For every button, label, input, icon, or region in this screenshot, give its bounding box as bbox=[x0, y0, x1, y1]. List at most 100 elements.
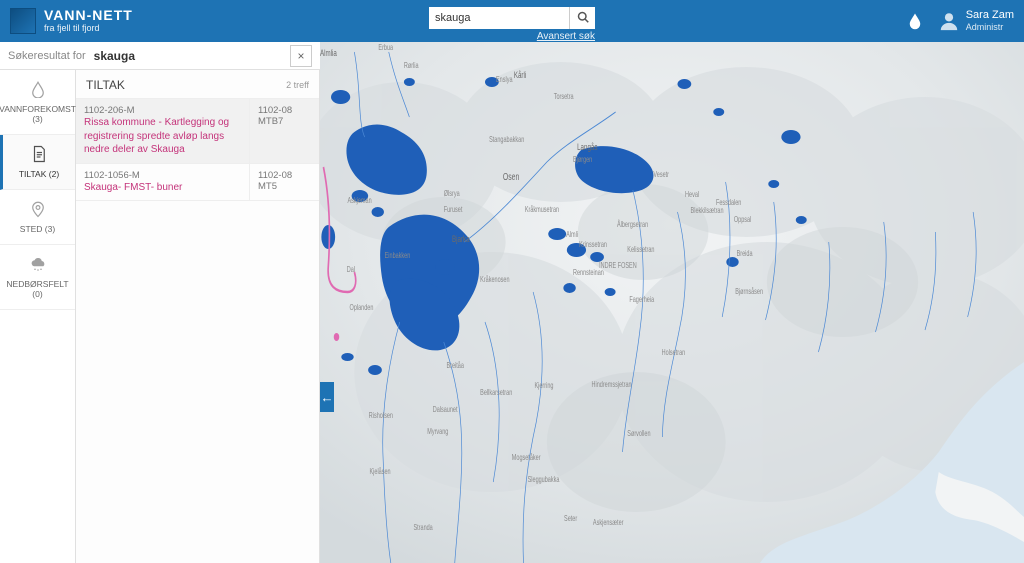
arrow-left-icon: ← bbox=[320, 390, 333, 405]
search-container: Avansert søk bbox=[429, 7, 595, 42]
map-place-label: Erbua bbox=[378, 44, 393, 52]
map-place-label: Einbakken bbox=[385, 252, 411, 260]
pin-icon bbox=[29, 200, 47, 220]
user-icon bbox=[938, 10, 960, 32]
panel-header: TILTAK 2 treff bbox=[76, 78, 319, 98]
map-place-label: Almli bbox=[566, 231, 578, 239]
search-input[interactable] bbox=[429, 7, 569, 29]
map-place-label: Rennsteinan bbox=[573, 269, 604, 277]
map-place-label: Kelissetran bbox=[627, 246, 654, 254]
map-view[interactable]: ← bbox=[320, 42, 1024, 563]
tab-tiltak[interactable]: TILTAK (2) bbox=[0, 135, 75, 190]
tab-label: VANNFOREKOMST (3) bbox=[0, 104, 76, 124]
map-place-label: Ålbergsetran bbox=[617, 219, 648, 229]
map-place-label: Mogsetåker bbox=[512, 453, 541, 462]
map-place-label: Blekkilsætran bbox=[691, 207, 724, 215]
result-col2-code: 1102-08 bbox=[258, 170, 311, 181]
tab-vannforekomst[interactable]: VANNFOREKOMST (3) bbox=[0, 70, 75, 135]
map-place-label: Langås bbox=[577, 142, 597, 152]
map-place-label: Enslya bbox=[496, 76, 513, 84]
map-place-label: Rørlia bbox=[404, 62, 419, 70]
user-text: Sara Zam Administr bbox=[966, 9, 1014, 33]
result-col2-val: MTB7 bbox=[258, 116, 311, 127]
water-icon bbox=[29, 80, 47, 100]
panel-title: TILTAK bbox=[86, 78, 125, 92]
map-place-label: Bjørgen bbox=[573, 156, 592, 164]
map-place-label: Bjarka bbox=[452, 234, 470, 244]
result-name[interactable]: Rissa kommune - Kartlegging og registrer… bbox=[84, 116, 241, 157]
map-place-label: Breida bbox=[737, 250, 753, 258]
result-col2-val: MT5 bbox=[258, 181, 311, 192]
map-place-label: Torsetra bbox=[554, 93, 574, 101]
tab-nedborsfelt[interactable]: NEDBØRSFELT (0) bbox=[0, 245, 75, 310]
result-label: Søkeresultat for bbox=[8, 50, 86, 62]
water-drop-icon[interactable] bbox=[906, 12, 924, 30]
map-place-label: Kårli bbox=[514, 70, 527, 80]
map-place-label: Bellkarsetran bbox=[480, 389, 512, 397]
map-place-label: Stangabakkan bbox=[489, 136, 524, 144]
results-panel: TILTAK 2 treff 1102-206-M Rissa kommune … bbox=[76, 70, 320, 563]
search-row bbox=[429, 7, 595, 29]
map-place-label: Fessdalen bbox=[716, 199, 742, 207]
close-icon: × bbox=[297, 49, 304, 63]
logo-text: VANN-NETT fra fjell til fjord bbox=[44, 8, 133, 33]
map-place-label: Sørvollen bbox=[627, 430, 650, 438]
app-header: VANN-NETT fra fjell til fjord Avansert s… bbox=[0, 0, 1024, 42]
map-place-label: Askjeman bbox=[348, 197, 372, 205]
result-name[interactable]: Skauga- FMST- buner bbox=[84, 181, 241, 195]
document-icon bbox=[30, 145, 48, 165]
result-row[interactable]: 1102-206-M Rissa kommune - Kartlegging o… bbox=[76, 98, 319, 164]
app-name: VANN-NETT bbox=[44, 8, 133, 23]
map-place-label: Myrvang bbox=[427, 428, 448, 436]
collapse-panel-button[interactable]: ← bbox=[320, 382, 334, 412]
tab-label: NEDBØRSFELT (0) bbox=[2, 279, 73, 299]
user-role: Administr bbox=[966, 22, 1014, 33]
user-name: Sara Zam bbox=[966, 9, 1014, 22]
search-result-bar: Søkeresultat for skauga × bbox=[0, 42, 320, 70]
map-place-label: Dal bbox=[347, 266, 356, 274]
result-code: 1102-206-M bbox=[84, 105, 241, 116]
clear-search-button[interactable]: × bbox=[290, 45, 312, 67]
map-place-label: Almlia bbox=[320, 48, 337, 58]
map-place-label: Hindremssjetran bbox=[592, 381, 632, 389]
map-place-label: Krinssetran bbox=[579, 241, 607, 249]
header-right: Sara Zam Administr bbox=[906, 9, 1014, 33]
tab-label: TILTAK (2) bbox=[19, 169, 59, 179]
result-row[interactable]: 1102-1056-M Skauga- FMST- buner 1102-08 … bbox=[76, 164, 319, 202]
map-place-label: Kråkmusetran bbox=[525, 205, 559, 214]
map-place-label: INDRE FOSEN bbox=[599, 262, 637, 270]
sidebar-tabs: VANNFOREKOMST (3) TILTAK (2) STED (3) NE… bbox=[0, 70, 76, 563]
map-place-label: Askjensæter bbox=[593, 519, 624, 527]
map-place-label: Sleggubakka bbox=[528, 476, 560, 484]
advanced-search-link[interactable]: Avansert søk bbox=[537, 31, 595, 42]
map-place-label: Holsetran bbox=[662, 349, 686, 357]
map-place-label: Breitåa bbox=[447, 361, 465, 370]
search-button[interactable] bbox=[569, 7, 595, 29]
tab-sted[interactable]: STED (3) bbox=[0, 190, 75, 245]
app-tagline: fra fjell til fjord bbox=[44, 24, 133, 34]
map-place-label: Heval bbox=[685, 191, 699, 199]
map-place-label: Fagerheia bbox=[629, 296, 654, 304]
user-menu[interactable]: Sara Zam Administr bbox=[938, 9, 1014, 33]
map-svg: Almlia Erbua Rørlia Kårli Torsetra Stangabakk… bbox=[320, 42, 1024, 563]
map-place-label: Kjerring bbox=[535, 382, 554, 390]
map-place-label: Furuset bbox=[444, 206, 463, 214]
result-code: 1102-1056-M bbox=[84, 170, 241, 181]
logo-mark bbox=[10, 8, 36, 34]
logo[interactable]: VANN-NETT fra fjell til fjord bbox=[10, 8, 133, 34]
map-place-label: Kjelåsen bbox=[370, 467, 391, 476]
result-col2-code: 1102-08 bbox=[258, 105, 311, 116]
cloud-icon bbox=[29, 255, 47, 275]
map-place-label: Dalsaunet bbox=[433, 406, 458, 414]
map-place-label: Risholsen bbox=[369, 412, 393, 420]
map-place-label: Seter bbox=[564, 515, 578, 523]
map-place-label: Bjørnsåsen bbox=[735, 287, 763, 296]
tab-label: STED (3) bbox=[20, 224, 55, 234]
map-place-label: Osen bbox=[503, 171, 520, 183]
map-place-label: Stranda bbox=[414, 524, 433, 532]
map-place-label: Ølsrya bbox=[444, 190, 460, 198]
map-place-label: Oppsal bbox=[734, 216, 752, 224]
result-value: skauga bbox=[94, 49, 135, 63]
search-icon bbox=[577, 11, 589, 26]
map-place-label: Vesetr bbox=[653, 171, 669, 179]
